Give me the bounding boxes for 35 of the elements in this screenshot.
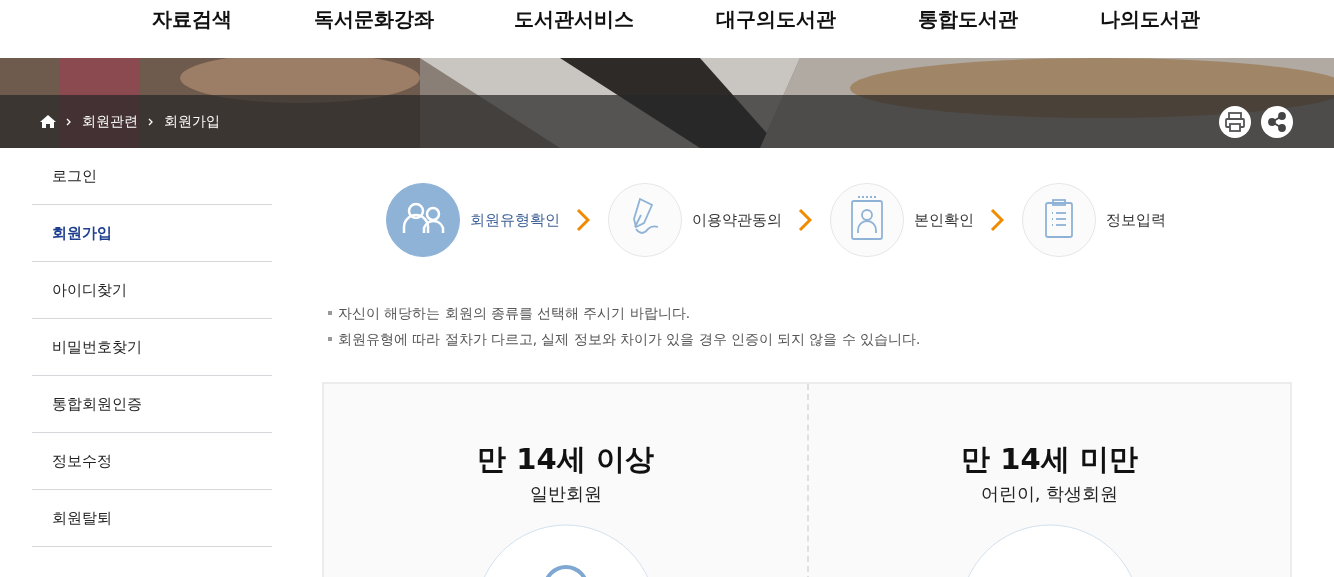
nav-link[interactable]: 도서관서비스 bbox=[514, 5, 634, 33]
sidebar-item[interactable]: 정보수정 bbox=[32, 433, 272, 490]
step-label: 정보입력 bbox=[1106, 210, 1166, 230]
print-button[interactable] bbox=[1218, 104, 1252, 139]
bullet-icon bbox=[328, 311, 332, 315]
nav-link[interactable]: 독서문화강좌 bbox=[314, 5, 434, 33]
note-text: 회원유형에 따라 절차가 다르고, 실제 정보와 차이가 있을 경우 인증이 되지 않을 수 있습니다. bbox=[338, 330, 921, 349]
nav-link[interactable]: 자료검색 bbox=[152, 5, 232, 33]
sidebar-item[interactable]: 비밀번호찾기 bbox=[32, 319, 272, 376]
nav-link[interactable]: 나의도서관 bbox=[1100, 5, 1200, 33]
sidebar-item[interactable]: 아이디찾기 bbox=[32, 262, 272, 319]
card-title: 만 14세 미만 bbox=[961, 441, 1138, 478]
breadcrumb-link[interactable]: 회원관련 bbox=[82, 112, 138, 131]
share-button[interactable] bbox=[1260, 104, 1294, 139]
breadcrumb-link[interactable]: 회원가입 bbox=[164, 112, 220, 131]
sidebar-item[interactable]: 회원탈퇴 bbox=[32, 490, 272, 547]
note-text: 자신이 해당하는 회원의 종류를 선택해 주시기 바랍니다. bbox=[338, 304, 691, 323]
chevron-icon bbox=[798, 208, 812, 232]
step-label: 이용약관동의 bbox=[692, 210, 782, 230]
home-icon[interactable] bbox=[40, 115, 56, 128]
nav-link[interactable]: 통합도서관 bbox=[918, 5, 1018, 33]
step-label: 본인확인 bbox=[914, 210, 974, 230]
sidebar-item[interactable]: 로그인 bbox=[32, 148, 272, 205]
card-subtitle: 일반회원 bbox=[529, 482, 602, 506]
chevron-icon bbox=[576, 208, 590, 232]
chevron-icon bbox=[148, 117, 154, 126]
card-title: 만 14세 이상 bbox=[477, 441, 654, 478]
nav-link[interactable]: 대구의도서관 bbox=[716, 5, 836, 33]
sidebar-item[interactable]: 통합회원인증 bbox=[32, 376, 272, 433]
card-subtitle: 어린이, 학생회원 bbox=[980, 482, 1119, 506]
bullet-icon bbox=[328, 337, 332, 341]
chevron-icon bbox=[990, 208, 1004, 232]
sidebar-item[interactable]: 회원가입 bbox=[32, 205, 272, 262]
chevron-icon bbox=[66, 117, 72, 126]
step-label: 회원유형확인 bbox=[470, 210, 560, 230]
